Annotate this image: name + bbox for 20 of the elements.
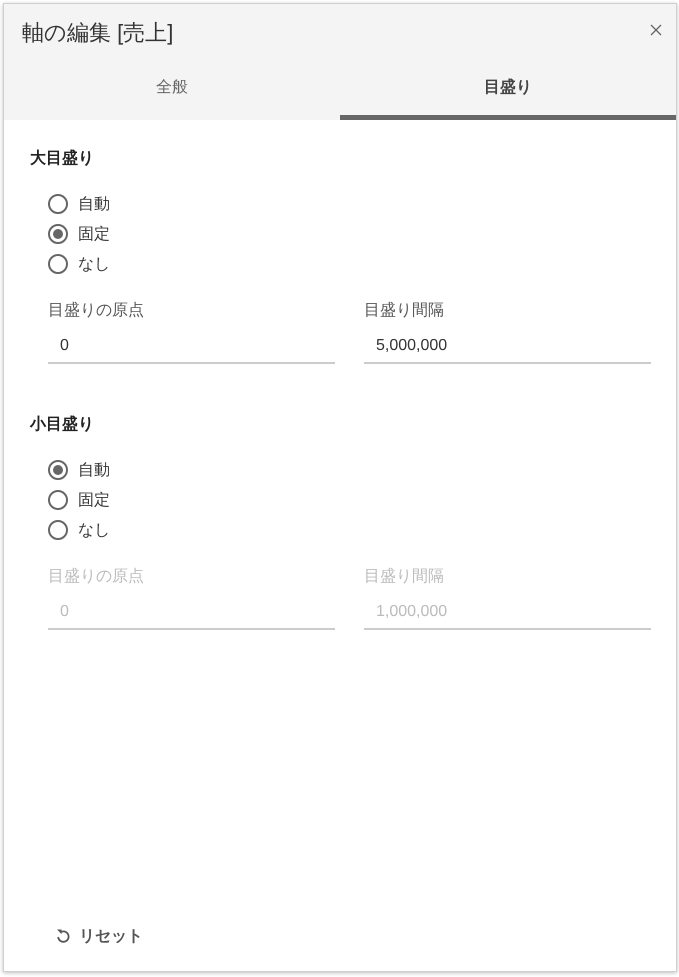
field-label: 目盛り間隔 [364, 300, 444, 321]
radio-option[interactable]: 自動 [48, 455, 110, 485]
input-field[interactable]: 5,000,000 [364, 330, 651, 364]
radio-option[interactable]: 固定 [48, 219, 110, 249]
radio-option[interactable]: 自動 [48, 189, 110, 219]
undo-icon [56, 928, 70, 944]
radio-option[interactable]: なし [48, 249, 110, 279]
section-heading: 大目盛り [30, 148, 95, 169]
field-label: 目盛り間隔 [364, 566, 444, 587]
radio-option[interactable]: なし [48, 515, 110, 545]
dialog-title: 軸の編集 [売上] [22, 19, 174, 47]
input-field[interactable]: 0 [48, 330, 335, 364]
tab[interactable]: 全般 [4, 65, 340, 120]
close-icon[interactable] [650, 24, 662, 36]
tab[interactable]: 目盛り [340, 65, 676, 120]
field-label: 目盛りの原点 [48, 300, 144, 321]
radio-option[interactable]: 固定 [48, 485, 110, 515]
section-heading: 小目盛り [30, 414, 95, 435]
reset-button[interactable]: リセット [50, 921, 149, 951]
field-label: 目盛りの原点 [48, 566, 144, 587]
